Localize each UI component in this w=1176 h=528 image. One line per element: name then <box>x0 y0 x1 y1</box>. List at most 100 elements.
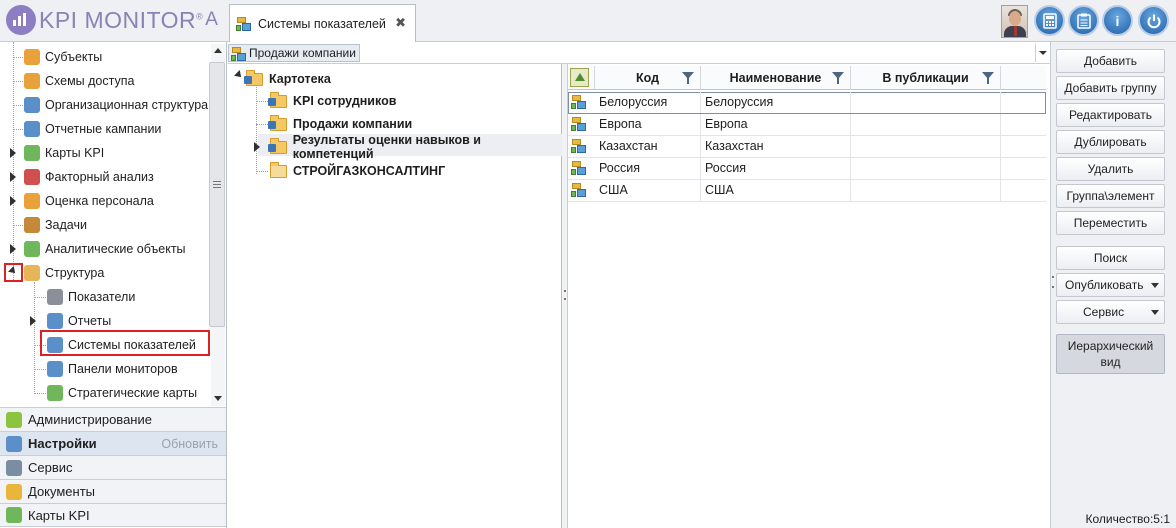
user-avatar[interactable] <box>1001 5 1028 38</box>
sidebar-item-tasks[interactable]: Задачи <box>0 214 212 236</box>
data-grid: Код Наименование В публикации Белоруссия… <box>568 64 1050 528</box>
table-row[interactable]: США США <box>568 180 1046 202</box>
search-button[interactable]: Поиск <box>1056 246 1165 270</box>
power-icon[interactable] <box>1138 5 1169 36</box>
kpi-map-icon <box>24 145 40 161</box>
catalog-item-skills-results[interactable]: Результаты оценки навыков и компетенций <box>268 133 561 161</box>
section-documents[interactable]: Документы <box>0 479 226 503</box>
sidebar-item-indicators[interactable]: Показатели <box>0 286 212 308</box>
grid-header-icon-col <box>568 66 595 90</box>
sidebar-item-factor-analysis[interactable]: Факторный анализ <box>0 166 212 188</box>
sidebar-item-indicator-systems[interactable]: Системы показателей <box>0 334 212 356</box>
catalog-item-kpi-staff[interactable]: KPI сотрудников <box>268 90 396 112</box>
factor-analysis-icon <box>24 169 40 185</box>
column-name[interactable]: Наименование <box>701 66 851 90</box>
collapse-catalog-root[interactable] <box>234 70 244 80</box>
section-administration[interactable]: Администрирование <box>0 407 226 431</box>
sidebar-item-structure[interactable]: Структура <box>0 262 212 284</box>
sidebar-item-monitor-panels[interactable]: Панели мониторов <box>0 358 212 380</box>
delete-button[interactable]: Удалить <box>1056 157 1165 181</box>
scroll-up-icon[interactable] <box>214 48 222 53</box>
scroll-thumb[interactable] <box>209 62 225 327</box>
app-logo: KPI MONITOR® A <box>6 4 218 36</box>
cell-code: Казахстан <box>595 136 701 157</box>
cell-code: США <box>595 180 701 201</box>
indicator-system-icon <box>571 94 588 111</box>
cell-published <box>851 92 1001 113</box>
cell-published <box>851 180 1001 201</box>
duplicate-button[interactable]: Дублировать <box>1056 130 1165 154</box>
indicator-systems-icon <box>231 46 246 61</box>
structure-icon <box>24 265 40 281</box>
indicators-icon <box>47 289 63 305</box>
sidebar-item-staff-rating[interactable]: Оценка персонала <box>0 190 212 212</box>
clipboard-icon[interactable] <box>1068 5 1099 36</box>
sidebar-item-strategy-maps[interactable]: Стратегические карты <box>0 382 212 404</box>
access-scheme-icon <box>24 73 40 89</box>
filter-icon[interactable] <box>682 72 694 84</box>
tab-title: Системы показателей <box>258 16 386 31</box>
info-icon[interactable]: i <box>1102 5 1133 36</box>
table-row[interactable]: Россия Россия <box>568 158 1046 180</box>
hierarchical-view-toggle[interactable]: Иерархический вид <box>1056 334 1165 374</box>
catalog-tree: Картотека KPI сотрудников Продажи компан… <box>228 64 562 528</box>
add-group-button[interactable]: Добавить группу <box>1056 76 1165 100</box>
org-structure-icon <box>24 97 40 113</box>
reports-icon <box>47 313 63 329</box>
move-button[interactable]: Переместить <box>1056 211 1165 235</box>
indicator-systems-icon <box>47 337 63 353</box>
sidebar: Субъекты Схемы доступа Организационная с… <box>0 42 227 528</box>
tasks-icon <box>24 217 40 233</box>
scroll-down-icon[interactable] <box>214 396 222 401</box>
cell-published <box>851 158 1001 179</box>
folder-icon <box>244 69 263 86</box>
expand-skills-results[interactable] <box>254 142 260 152</box>
logo-tail: A <box>205 9 218 30</box>
add-button[interactable]: Добавить <box>1056 49 1165 73</box>
section-kpi-cards[interactable]: Карты KPI <box>0 503 226 527</box>
indicator-system-icon <box>571 116 588 133</box>
section-service[interactable]: Сервис <box>0 455 226 479</box>
sidebar-item-report-campaigns[interactable]: Отчетные кампании <box>0 118 212 140</box>
filter-icon[interactable] <box>832 72 844 84</box>
sidebar-item-subjects[interactable]: Субъекты <box>0 46 212 68</box>
table-row[interactable]: Европа Европа <box>568 114 1046 136</box>
sidebar-item-kpi-maps[interactable]: Карты KPI <box>0 142 212 164</box>
table-row[interactable]: Казахстан Казахстан <box>568 136 1046 158</box>
cell-name: Европа <box>701 114 851 135</box>
column-code[interactable]: Код <box>595 66 701 90</box>
sidebar-item-reports[interactable]: Отчеты <box>0 310 212 332</box>
chevron-down-icon[interactable] <box>1035 44 1049 62</box>
grid-header: Код Наименование В публикации <box>568 66 1046 90</box>
folder-icon <box>268 137 287 154</box>
logo-text: KPI MONITOR® <box>39 6 204 33</box>
catalog-root[interactable]: Картотека <box>244 68 331 90</box>
column-published[interactable]: В публикации <box>851 66 1001 90</box>
sidebar-item-analytics-objects[interactable]: Аналитические объекты <box>0 238 212 260</box>
sidebar-item-access-schemes[interactable]: Схемы доступа <box>0 70 212 92</box>
group-element-button[interactable]: Группа\элемент <box>1056 184 1165 208</box>
section-settings[interactable]: Настройки Обновить <box>0 431 226 455</box>
strategy-maps-icon <box>47 385 63 401</box>
cell-published <box>851 136 1001 157</box>
catalog-item-company-sales[interactable]: Продажи компании <box>268 113 412 135</box>
filter-chip[interactable]: Продажи компании <box>228 44 360 62</box>
tab-indicator-systems[interactable]: Системы показателей ✖ <box>229 4 416 42</box>
folder-icon <box>268 91 287 108</box>
level-up-icon[interactable] <box>570 68 589 87</box>
actions-panel: Добавить Добавить группу Редактировать Д… <box>1050 42 1176 528</box>
filter-combo[interactable]: Продажи компании <box>228 42 1050 64</box>
monitor-panels-icon <box>47 361 63 377</box>
filter-icon[interactable] <box>982 72 994 84</box>
refresh-link[interactable]: Обновить <box>161 437 218 451</box>
catalog-item-stroygaz[interactable]: СТРОЙГАЗКОНСАЛТИНГ <box>270 160 445 182</box>
calculator-icon[interactable] <box>1034 5 1065 36</box>
table-row[interactable]: Белоруссия Белоруссия <box>568 92 1046 114</box>
main-area: Продажи компании Картотека KPI сотрудник… <box>228 42 1050 528</box>
close-icon[interactable]: ✖ <box>395 15 406 31</box>
edit-button[interactable]: Редактировать <box>1056 103 1165 127</box>
analytics-objects-icon <box>24 241 40 257</box>
sidebar-item-org-structure[interactable]: Организационная структура <box>0 94 212 116</box>
publish-dropdown[interactable]: Опубликовать <box>1056 273 1165 297</box>
service-dropdown[interactable]: Сервис <box>1056 300 1165 324</box>
